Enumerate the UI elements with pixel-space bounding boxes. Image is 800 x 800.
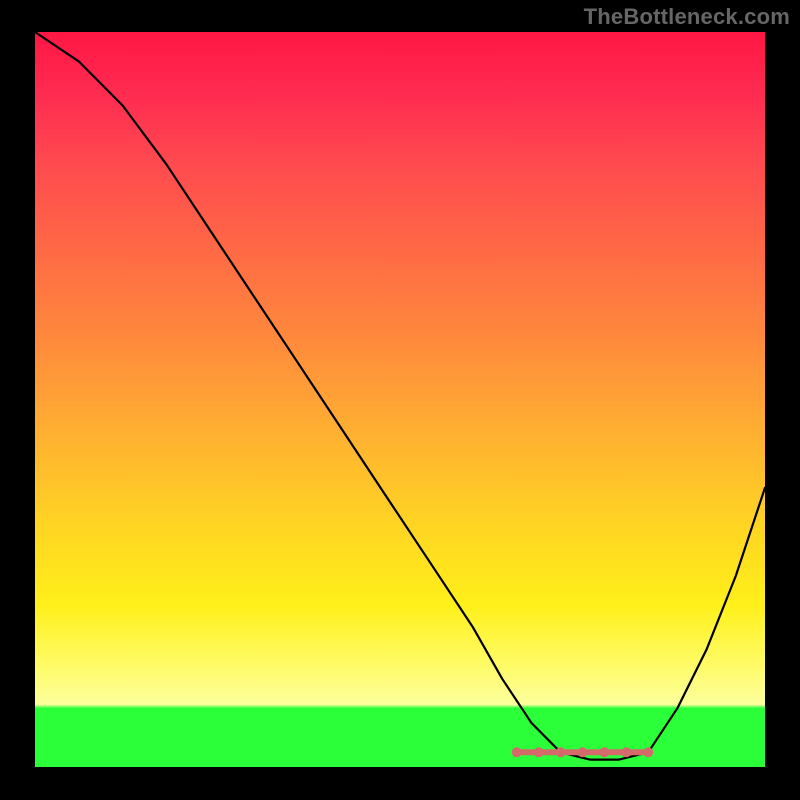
- optimal-marker-dot: [534, 747, 544, 757]
- bottleneck-curve-svg: [35, 32, 765, 767]
- optimal-marker-dot: [599, 747, 609, 757]
- chart-frame: TheBottleneck.com: [0, 0, 800, 800]
- optimal-marker-dot: [643, 747, 653, 757]
- watermark-text: TheBottleneck.com: [584, 4, 790, 30]
- optimal-marker-dot: [621, 747, 631, 757]
- optimal-marker-dot: [556, 747, 566, 757]
- bottleneck-curve-line: [35, 32, 765, 760]
- optimal-marker-dot: [578, 747, 588, 757]
- optimal-marker-dot: [512, 747, 522, 757]
